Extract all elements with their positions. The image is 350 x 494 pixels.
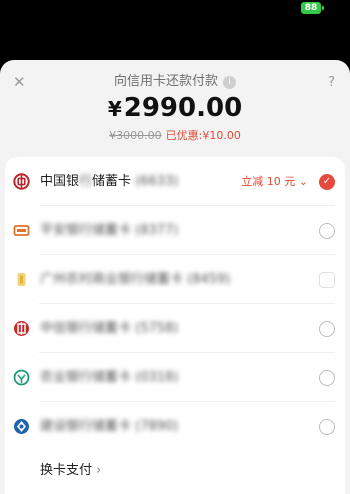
battery-indicator: 88 [301,2,324,14]
change-card-label: 换卡支付 [40,463,93,478]
abc-icon [13,369,30,386]
card-list: 中国银行储蓄卡 (6633) 立减 10 元 ⌄ ✓ 平安银行储蓄卡 (8377… [5,157,345,494]
bank-name-masked: 中信银行储蓄卡 [40,320,132,336]
promo-text: 立减 10 元 [241,174,296,188]
bank-name: 中信银行储蓄卡 (5758) [40,320,178,338]
ccb-icon [13,418,30,435]
card-row-ccb[interactable]: 建设银行储蓄卡 (7890) [5,402,345,451]
card-row-citic[interactable]: 中信银行储蓄卡 (5758) [5,304,345,353]
bank-name-masked: 行 [79,173,93,189]
boc-icon [13,173,30,190]
bank-name-clear: 中国银 [40,173,80,189]
card-type: 储蓄卡 [92,173,132,189]
chevron-down-icon: ⌄ [298,174,308,188]
price-row: ¥3000.00 已优惠:¥10.00 [0,128,350,144]
selected-radio[interactable]: ✓ [319,173,335,190]
bank-name-masked: 广州农村商业银行储蓄卡 [40,271,184,287]
chevron-right-icon: › [96,463,102,478]
card-tail: (8377) [135,222,179,238]
bank-name: 建设银行储蓄卡 (7890) [40,418,178,436]
radio-disabled [319,271,335,288]
currency-symbol: ¥ [107,97,122,121]
promo-badge[interactable]: 立减 10 元 ⌄ [241,174,308,190]
citic-icon [13,320,30,337]
change-card-link[interactable]: 换卡支付 › [40,462,101,480]
card-row-pingan[interactable]: 平安银行储蓄卡 (8377) [5,206,345,255]
bank-name-masked: 农业银行储蓄卡 [40,369,132,385]
discount-text: 已优惠:¥10.00 [165,129,241,142]
amount-value: 2990.00 [123,93,243,123]
bank-name: 农业银行储蓄卡 (0318) [40,369,178,387]
status-bar: 88 [0,0,350,60]
card-row-grcb[interactable]: 广州农村商业银行储蓄卡 (8459) [5,255,345,304]
radio-button[interactable] [319,320,335,337]
radio-button[interactable] [319,418,335,435]
grcb-icon [13,271,30,288]
payment-title-text: 向信用卡还款付款 [113,74,218,89]
original-price: ¥3000.00 [109,129,162,142]
bank-name: 平安银行储蓄卡 (8377) [40,222,178,240]
card-tail: (7890) [135,418,179,434]
card-row-abc[interactable]: 农业银行储蓄卡 (0318) [5,353,345,402]
card-tail: (5758) [135,320,179,336]
bank-name: 中国银行储蓄卡 (6633) [40,173,178,191]
payment-sheet: ✕ 向信用卡还款付款 i ? ¥2990.00 ¥3000.00 已优惠:¥10.0… [0,60,350,494]
radio-button[interactable] [319,369,335,386]
bank-name: 广州农村商业银行储蓄卡 (8459) [40,271,230,289]
bank-name-masked: 平安银行储蓄卡 [40,222,132,238]
pingan-icon [13,222,30,239]
info-icon[interactable]: i [223,76,236,89]
card-tail: (8459) [187,271,231,287]
radio-button[interactable] [319,222,335,239]
payment-title: 向信用卡还款付款 i [0,72,350,92]
card-tail: (6633) [135,173,179,189]
bank-name-masked: 建设银行储蓄卡 [40,418,132,434]
card-tail: (0318) [135,369,179,385]
payment-amount: ¥2990.00 [0,90,350,127]
card-row-boc[interactable]: 中国银行储蓄卡 (6633) 立减 10 元 ⌄ ✓ [5,157,345,206]
